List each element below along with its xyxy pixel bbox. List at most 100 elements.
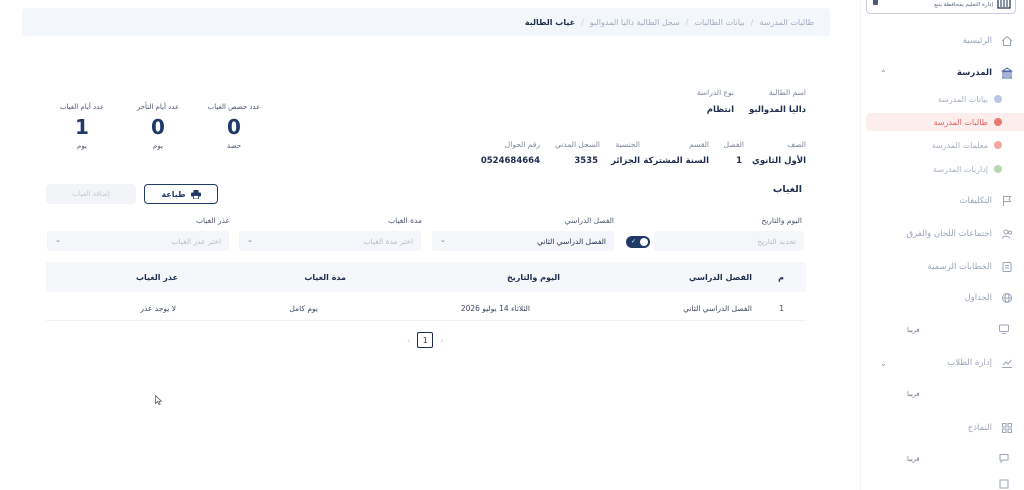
cell-date: الثلاثاء 14 يوليو 2026: [460, 304, 530, 313]
sidebar-item-assignments[interactable]: التكليفات: [864, 191, 1014, 211]
chevron-down-icon: ⌄: [55, 236, 61, 244]
building-icon: [997, 0, 1011, 9]
mobile-label: رقم الجوال: [504, 140, 540, 149]
col-header-date: اليوم والتاريخ: [506, 273, 560, 282]
semester-select-value: الفصل الدراسي الثاني: [537, 236, 606, 246]
cell-index: 1: [779, 304, 784, 313]
sidebar-item-meetings[interactable]: اجتماعات اللجان والفرق: [864, 224, 1014, 244]
flag-icon: [1000, 194, 1014, 208]
check-icon: ✓: [631, 238, 637, 245]
date-input-placeholder: تحديد التاريخ: [757, 236, 796, 246]
chat-icon: [998, 452, 1010, 467]
section-label: القسم: [689, 140, 709, 149]
dot-icon: [994, 141, 1002, 149]
section-value: السنة المشتركة: [643, 156, 709, 166]
col-header-index: م: [778, 273, 784, 282]
sidebar: إدارة التعليم بمحافظة ينبع الرئيسية المد…: [860, 0, 1024, 490]
chevron-down-icon: ⌄: [880, 358, 887, 368]
grade-label: الصف: [787, 140, 806, 149]
add-absence-button[interactable]: إضافة الغياب: [46, 184, 136, 204]
chart-line-icon: [1000, 356, 1014, 370]
stat-unit: يوم: [153, 142, 163, 150]
grade-value: الأول الثانوي: [752, 156, 806, 166]
soon-badge: قريبا: [907, 326, 920, 334]
school-icon: [1000, 66, 1014, 80]
box-icon: [998, 478, 1010, 490]
sidebar-item-letters[interactable]: الخطابات الرسمية: [864, 257, 1014, 277]
class-value: 1: [736, 156, 742, 166]
sidebar-subitem-label: إداريات المدرسة: [933, 164, 988, 174]
sidebar-item-label: إدارة الطلاب: [947, 358, 992, 368]
chevron-down-icon: ⌄: [440, 236, 446, 244]
sidebar-subitem-label: طالبات المدرسة: [933, 117, 988, 127]
study-type: انتظام: [706, 105, 734, 115]
sidebar-subitem-label: معلمات المدرسة: [931, 140, 988, 150]
absence-section-title: الغياب: [772, 184, 802, 195]
date-toggle[interactable]: ✓: [626, 236, 650, 248]
sidebar-item-label: التكليفات: [959, 196, 992, 206]
stat-unit: يوم: [77, 142, 87, 150]
school-badge-icon: [873, 0, 878, 5]
sidebar-subitem-school-data[interactable]: بيانات المدرسة: [938, 90, 1002, 108]
page-button-current[interactable]: 1: [417, 332, 434, 348]
document-icon: [1000, 260, 1014, 274]
dot-icon: [994, 118, 1002, 126]
cell-semester: الفصل الدراسي الثاني: [683, 304, 752, 313]
soon-badge: قريبا: [907, 390, 920, 398]
class-label: الفصل: [723, 140, 744, 149]
chevron-down-icon: ⌄: [247, 236, 253, 244]
sidebar-item-students-admin[interactable]: إدارة الطلاب ⌄: [864, 353, 1014, 373]
nationality-label: الجنسية: [615, 140, 640, 149]
breadcrumb: طالبات المدرسة / بيانات الطالبات / سجل ا…: [22, 8, 830, 36]
school-selector[interactable]: إدارة التعليم بمحافظة ينبع: [866, 0, 1016, 14]
soon-badge: قريبا: [907, 455, 920, 463]
nationality-value: الجزائر: [611, 156, 640, 166]
sidebar-item-label: الجداول: [964, 293, 992, 303]
breadcrumb-separator: /: [750, 17, 754, 27]
sidebar-item-schedules[interactable]: الجداول: [864, 288, 1014, 308]
col-header-excuse: عذر الغياب: [135, 273, 178, 282]
printer-icon: [190, 189, 201, 199]
date-filter-label: اليوم والتاريخ: [761, 216, 802, 225]
sidebar-item-label: النماذج: [967, 423, 992, 433]
toggle-knob: [640, 238, 648, 246]
sidebar-subitem-students[interactable]: طالبات المدرسة: [866, 113, 1024, 131]
date-input[interactable]: تحديد التاريخ: [654, 231, 804, 251]
excuse-filter-label: عذر الغياب: [195, 216, 230, 225]
sidebar-subitem-label: بيانات المدرسة: [937, 94, 988, 104]
stat-unit: حصة: [226, 142, 242, 150]
prev-page-button[interactable]: ‹: [407, 336, 410, 345]
sidebar-item-label: الرئيسية: [962, 36, 992, 46]
school-selector-label: إدارة التعليم بمحافظة ينبع: [934, 2, 993, 8]
sidebar-item-label: المدرسة: [956, 68, 992, 78]
breadcrumb-item[interactable]: سجل الطالبة داليا المدوالبو: [590, 18, 680, 27]
mouse-cursor-icon: [155, 395, 162, 405]
stat-value: 0: [151, 115, 165, 139]
globe-icon: [1000, 291, 1014, 305]
sidebar-item-school[interactable]: المدرسة ⌃: [864, 63, 1014, 83]
study-type-label: نوع الدراسة: [696, 88, 734, 97]
sidebar-item-home[interactable]: الرئيسية: [864, 31, 1014, 51]
excuse-select-placeholder: اختر عذر الغياب: [171, 236, 221, 246]
users-icon: [1000, 227, 1014, 241]
sidebar-item-forms[interactable]: النماذج: [864, 418, 1014, 438]
stat-label: عدد أيام التأخر: [136, 103, 180, 111]
stat-absence-days: عدد أيام الغياب 1 يوم: [52, 103, 112, 150]
duration-select-placeholder: اختر مدة الغياب: [363, 236, 413, 246]
sidebar-subitem-teachers[interactable]: معلمات المدرسة: [932, 136, 1002, 154]
breadcrumb-item[interactable]: بيانات الطالبات: [694, 18, 744, 27]
sidebar-item-label: الخطابات الرسمية: [927, 262, 992, 272]
dot-icon: [994, 165, 1002, 173]
sidebar-subitem-admins[interactable]: إداريات المدرسة: [933, 160, 1002, 178]
add-absence-label: إضافة الغياب: [72, 190, 110, 198]
grid-icon: [1000, 421, 1014, 435]
print-button[interactable]: طباعة: [144, 184, 218, 204]
excuse-select[interactable]: اختر عذر الغياب ⌄: [47, 231, 229, 251]
semester-select[interactable]: الفصل الدراسي الثاني ⌄: [432, 231, 614, 251]
duration-filter-label: مدة الغياب: [388, 216, 422, 225]
breadcrumb-item[interactable]: طالبات المدرسة: [759, 18, 814, 27]
duration-select[interactable]: اختر مدة الغياب ⌄: [239, 231, 421, 251]
next-page-button[interactable]: ›: [440, 336, 443, 345]
stat-label: عدد حصص الغياب: [207, 103, 261, 111]
sidebar-item-label: اجتماعات اللجان والفرق: [906, 229, 992, 239]
